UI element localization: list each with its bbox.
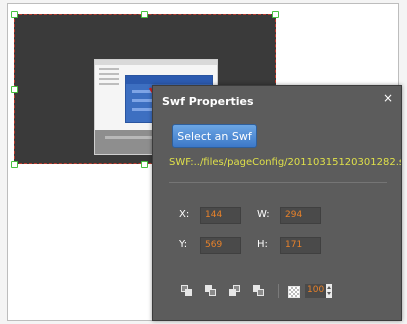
spin-up-icon[interactable]: [327, 286, 331, 289]
bring-forward-icon[interactable]: [229, 285, 241, 297]
swf-path-label: SWF:../files/pageConfig/2011031512030128…: [169, 157, 401, 168]
select-swf-button[interactable]: Select an Swf: [172, 124, 257, 148]
send-backward-icon[interactable]: [253, 285, 265, 297]
opacity-spinner[interactable]: [326, 284, 332, 298]
opacity-field[interactable]: 100: [305, 284, 326, 298]
width-field[interactable]: 294: [280, 207, 321, 224]
bring-to-front-icon[interactable]: [181, 285, 193, 297]
y-field[interactable]: 569: [200, 237, 241, 254]
x-field[interactable]: 144: [200, 207, 241, 224]
height-field[interactable]: 171: [280, 237, 321, 254]
toolbar-divider: [278, 284, 279, 298]
divider: [169, 182, 387, 183]
spin-down-icon[interactable]: [327, 292, 331, 295]
transparency-checker-icon: [288, 286, 300, 298]
close-icon[interactable]: ×: [383, 91, 393, 105]
panel-title: Swf Properties: [162, 95, 254, 108]
x-label: X:: [179, 209, 190, 220]
send-to-back-icon[interactable]: [205, 285, 217, 297]
swf-properties-panel: Swf Properties × Select an Swf SWF:../fi…: [152, 85, 402, 321]
w-label: W:: [257, 209, 270, 220]
y-label: Y:: [179, 239, 188, 250]
h-label: H:: [257, 239, 268, 250]
